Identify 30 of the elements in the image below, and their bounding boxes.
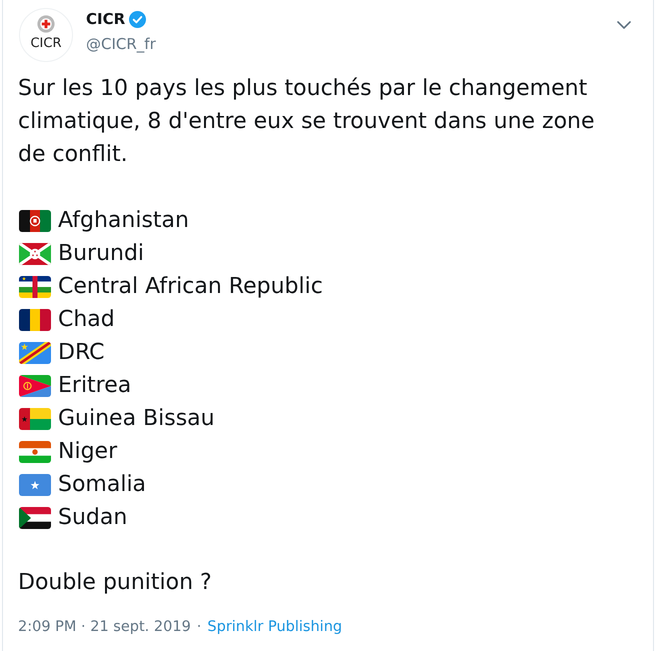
country-name: Sudan bbox=[58, 504, 128, 532]
timestamp: 2:09 PM · 21 sept. 2019 bbox=[18, 618, 191, 637]
country-name: Afghanistan bbox=[58, 207, 189, 235]
tweet-text: Sur les 10 pays les plus touchés par le changement climatique, 8 d'entre eux se trouvent dans une zone de conflit. bbox=[18, 75, 596, 169]
flag-icon bbox=[19, 440, 51, 462]
author-name[interactable]: CICR bbox=[86, 10, 126, 28]
avatar-text: CICR bbox=[30, 36, 62, 51]
country-name: Guinea Bissau bbox=[58, 405, 215, 433]
avatar[interactable]: CICR bbox=[19, 8, 73, 62]
chevron-down-icon[interactable] bbox=[617, 21, 631, 29]
flag-icon bbox=[19, 408, 51, 430]
flag-icon bbox=[19, 210, 51, 232]
cross-emblem-icon bbox=[37, 15, 55, 33]
flag-icon bbox=[19, 506, 51, 528]
country-name: Somalia bbox=[58, 471, 146, 499]
flag-icon bbox=[19, 474, 51, 496]
country-name: Chad bbox=[58, 306, 115, 334]
flag-icon bbox=[19, 242, 51, 264]
flag-icon bbox=[19, 308, 51, 330]
country-name: Eritrea bbox=[58, 372, 132, 400]
country-name: Central African Republic bbox=[58, 273, 323, 301]
flag-icon bbox=[19, 374, 51, 396]
country-name: Burundi bbox=[58, 240, 144, 268]
country-name: DRC bbox=[58, 339, 104, 367]
separator: · bbox=[196, 618, 202, 637]
flag-icon bbox=[19, 276, 51, 298]
flag-icon bbox=[19, 342, 51, 364]
author-handle[interactable]: @CICR_fr bbox=[86, 32, 156, 56]
country-name: Niger bbox=[58, 438, 118, 466]
tweet-text: Double punition ? bbox=[18, 569, 212, 597]
